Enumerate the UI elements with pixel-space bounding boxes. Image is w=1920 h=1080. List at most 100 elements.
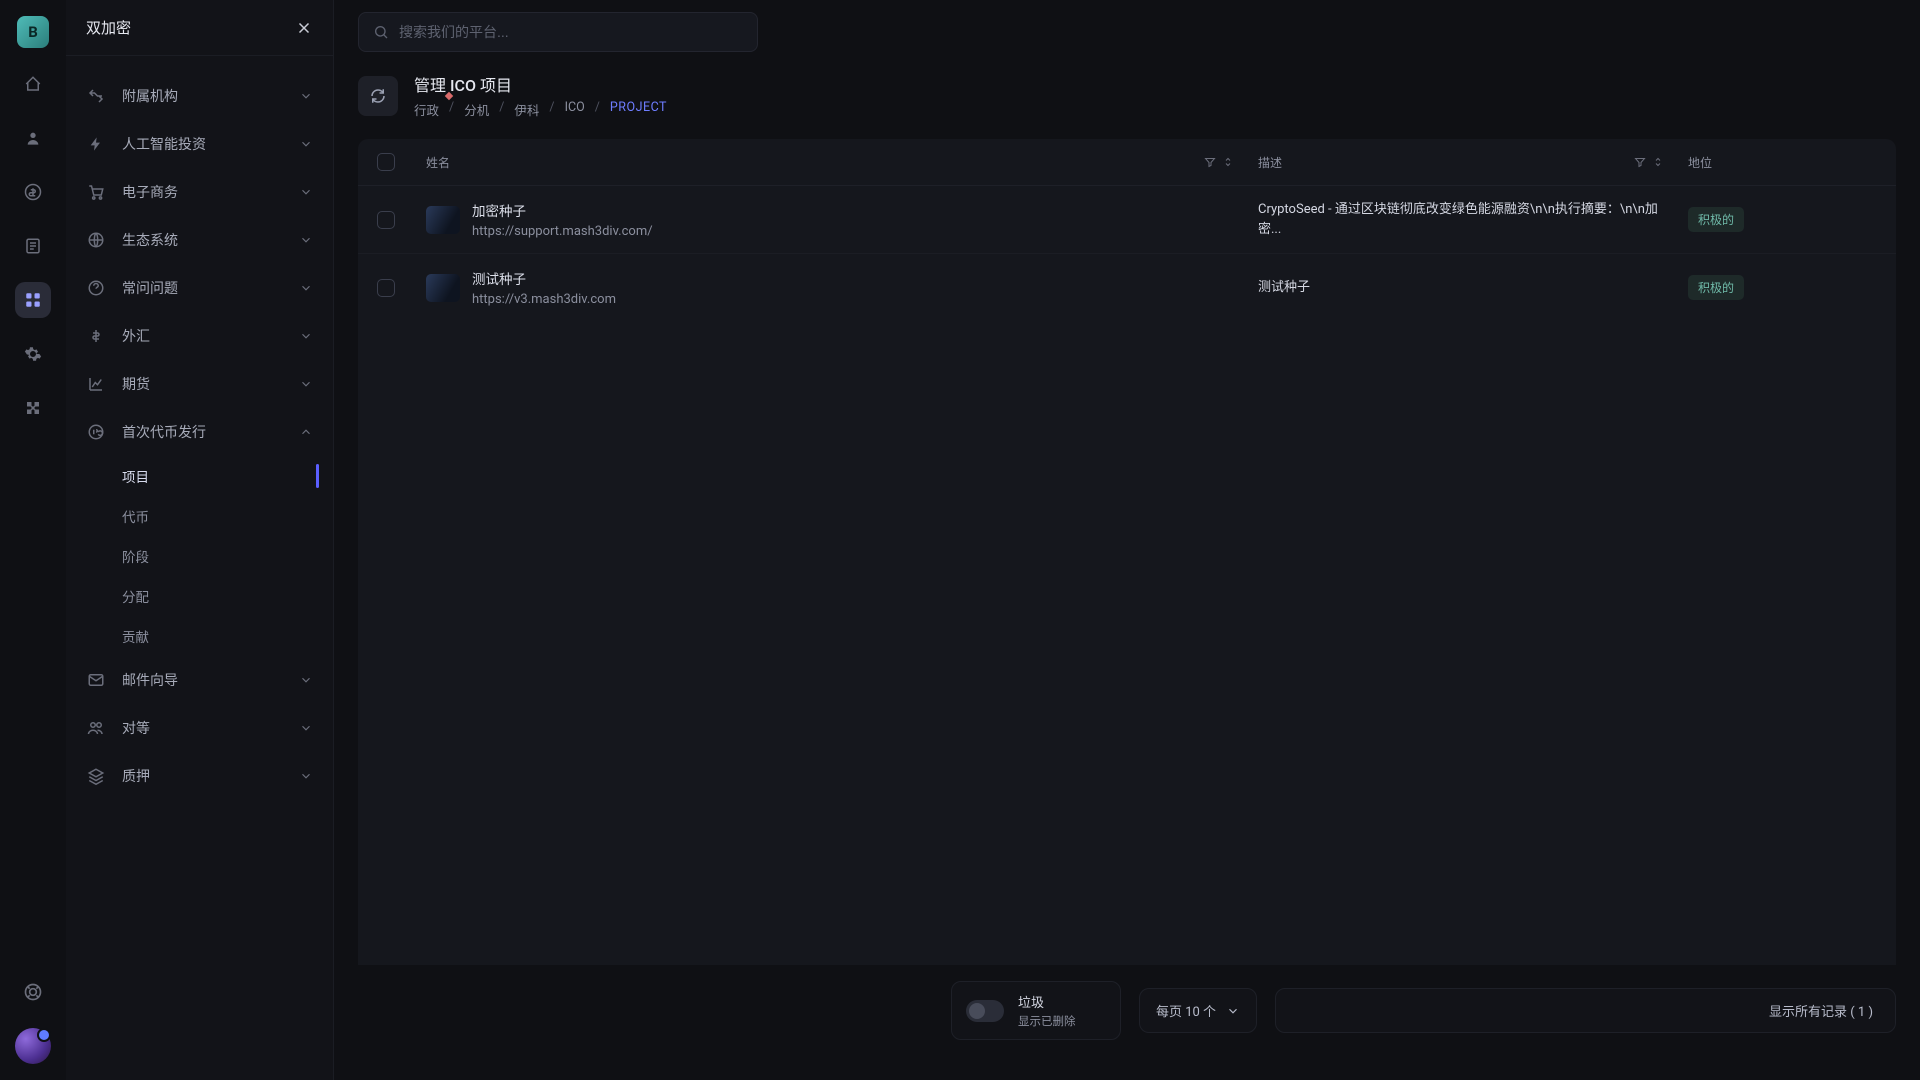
rail-support-icon[interactable] [15,974,51,1010]
chevron-down-icon [299,89,313,103]
search-box[interactable] [358,12,758,52]
rail-gear-icon[interactable] [15,336,51,372]
rail-dollar-icon[interactable] [15,174,51,210]
chevron-down-icon [299,233,313,247]
sidebar-item-label: 人工智能投资 [122,134,283,154]
sort-icon[interactable] [1222,156,1234,168]
records-count: 显示所有记录 ( 1 ) [1275,988,1896,1033]
chart-icon [86,375,106,393]
project-thumb [426,206,460,234]
sidebar-item-label: 邮件向导 [122,670,283,690]
rail-puzzle-icon[interactable] [15,390,51,426]
breadcrumb-item[interactable]: ICO [565,100,585,119]
chevron-down-icon [299,329,313,343]
column-header-pos: 地位 [1676,153,1896,171]
row-checkbox[interactable] [377,279,395,297]
icon-rail: B [0,0,66,1080]
sidebar-item-label: 生态系统 [122,230,283,250]
sidebar-item-label: 外汇 [122,326,283,346]
sidebar-sub-item[interactable]: 代币 [94,496,333,536]
cart-icon [86,183,106,201]
row-checkbox[interactable] [377,211,395,229]
sidebar-title: 双加密 [86,17,131,38]
breadcrumb-item[interactable]: PROJECT [610,100,667,119]
chevron-down-icon [299,769,313,783]
sidebar-item[interactable]: 质押 [66,752,333,800]
bolt-icon [86,136,106,152]
per-page-select[interactable]: 每页 10 个 [1139,988,1257,1033]
mail-icon [86,671,106,689]
sidebar-item[interactable]: 生态系统 [66,216,333,264]
chevron-down-icon [299,137,313,151]
sidebar-item[interactable]: 电子商务 [66,168,333,216]
chevron-down-icon [299,185,313,199]
rail-grid-icon[interactable] [15,282,51,318]
sidebar-item[interactable]: 常问问题 [66,264,333,312]
sidebar-item[interactable]: 外汇 [66,312,333,360]
project-url: https://support.mash3div.com/ [472,224,653,239]
chevron-down-icon [299,425,313,439]
table-row[interactable]: 加密种子 https://support.mash3div.com/ Crypt… [358,186,1896,254]
layers-icon [86,767,106,785]
sidebar-item-label: 附属机构 [122,86,283,106]
search-input[interactable] [399,24,743,40]
refresh-button[interactable] [358,76,398,116]
sidebar-item-label: 对等 [122,718,283,738]
chevron-down-icon [1226,1004,1240,1018]
close-icon[interactable] [295,19,313,37]
trash-toggle[interactable] [966,1000,1004,1022]
sidebar-sub-item[interactable]: 项目 [94,456,333,496]
sidebar-sub-item[interactable]: 贡献 [94,616,333,656]
status-badge: 积极的 [1688,207,1744,232]
project-thumb [426,274,460,302]
status-badge: 积极的 [1688,275,1744,300]
page-title: 管理 ICO 项目 [414,72,667,96]
ico-icon [86,423,106,441]
project-name: 加密种子 [472,200,653,220]
project-name: 测试种子 [472,268,616,288]
sidebar-item-label: 电子商务 [122,182,283,202]
sort-icon[interactable] [1652,156,1664,168]
logo[interactable]: B [17,16,49,48]
rail-home-icon[interactable] [15,66,51,102]
sidebar-item-label: 首次代币发行 [122,422,283,442]
globe-icon [86,231,106,249]
sidebar-sub-item[interactable]: 阶段 [94,536,333,576]
handshake-icon [86,87,106,105]
sidebar-item[interactable]: 人工智能投资 [66,120,333,168]
sidebar-item[interactable]: 附属机构 [66,72,333,120]
chevron-down-icon [299,673,313,687]
dollar-icon [86,327,106,345]
avatar[interactable] [15,1028,51,1064]
trash-subtitle: 显示已删除 [1018,1013,1076,1029]
sidebar-sub-item[interactable]: 分配 [94,576,333,616]
breadcrumb: 行政/分机/伊科/ICO/PROJECT [414,100,667,119]
help-icon [86,279,106,297]
breadcrumb-item[interactable]: 伊科 [514,100,539,119]
rail-user-icon[interactable] [15,120,51,156]
sidebar: 双加密 附属机构人工智能投资电子商务生态系统常问问题外汇期货首次代币发行项目代币… [66,0,334,1080]
project-url: https://v3.mash3div.com [472,292,616,307]
sidebar-item[interactable]: 邮件向导 [66,656,333,704]
trash-toggle-card: 垃圾 显示已删除 [951,981,1121,1040]
chevron-down-icon [299,377,313,391]
filter-icon[interactable] [1204,156,1216,168]
project-desc: 测试种子 [1258,278,1310,298]
breadcrumb-item[interactable]: 分机 [464,100,489,119]
trash-title: 垃圾 [1018,992,1076,1011]
sidebar-item-label: 质押 [122,766,283,786]
rail-document-icon[interactable] [15,228,51,264]
users-icon [86,719,106,737]
sidebar-item[interactable]: 期货 [66,360,333,408]
sidebar-item[interactable]: 对等 [66,704,333,752]
project-desc: CryptoSeed - 通过区块链彻底改变绿色能源融资\n\n执行摘要：\n\… [1258,200,1664,239]
sidebar-item[interactable]: 首次代币发行 [66,408,333,456]
filter-icon[interactable] [1634,156,1646,168]
chevron-down-icon [299,281,313,295]
main: 管理 ICO 项目 行政/分机/伊科/ICO/PROJECT 姓名 [334,0,1920,1080]
select-all-checkbox[interactable] [377,153,395,171]
sidebar-item-label: 期货 [122,374,283,394]
table-row[interactable]: 测试种子 https://v3.mash3div.com 测试种子 积极的 [358,254,1896,321]
sidebar-item-label: 常问问题 [122,278,283,298]
breadcrumb-item[interactable]: 行政 [414,100,439,119]
